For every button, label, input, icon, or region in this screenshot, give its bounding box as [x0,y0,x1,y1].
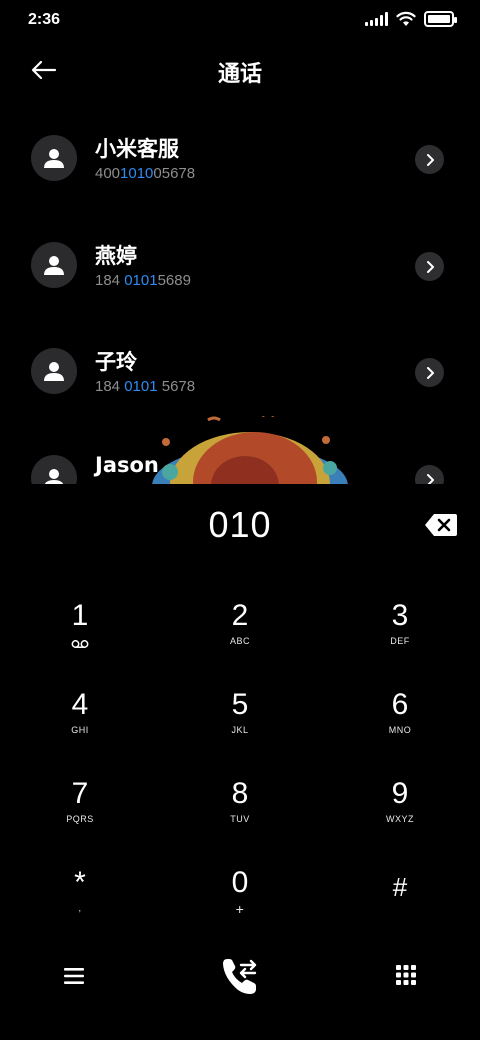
contact-detail-button[interactable] [415,252,444,281]
key-digit: 7 [71,777,89,810]
contact-detail-button[interactable] [415,145,444,174]
dialpad-toggle-button[interactable] [386,956,426,996]
dial-entry: 010 [0,500,480,556]
key-7[interactable]: 7 PQRS [20,776,140,856]
contact-name: 子玲 [95,350,137,374]
chevron-right-icon [426,260,434,273]
chevron-right-icon [426,153,434,166]
contact-name: 燕婷 [95,244,137,268]
key-1[interactable]: 1 [20,598,140,678]
key-digit: 4 [71,688,89,721]
number-prefix: 184 [95,272,125,289]
dialed-number[interactable]: 010 [0,504,480,546]
signal-icon [365,12,388,26]
key-letters: , [78,903,82,913]
key-digit: 3 [391,599,409,632]
number-match: 1010 [120,165,154,182]
key-4[interactable]: 4 GHI [20,687,140,767]
status-time: 2:36 [28,11,61,28]
key-digit: 5 [231,688,249,721]
chevron-right-icon [426,473,434,484]
header: 通话 [0,42,480,98]
key-letters: MNO [388,725,412,735]
key-digit: 6 [391,688,409,721]
key-6[interactable]: 6 MNO [340,687,460,767]
key-digit: # [392,872,408,902]
key-8[interactable]: 8 TUV [180,776,300,856]
number-suffix: 5689 [157,272,191,289]
status-icons [365,11,457,27]
avatar [31,455,77,484]
key-star[interactable]: * , [20,865,140,945]
avatar [31,135,77,181]
contact-number: 184 01015689 [95,272,191,289]
chevron-right-icon [426,366,434,379]
contact-suggestion-list: 小米客服 400101005678 燕婷 184 01015689 子玲 184… [0,104,480,484]
avatar [31,348,77,394]
key-letters: DEF [390,636,410,646]
person-icon [44,256,64,275]
key-letters: PQRS [66,814,94,824]
contact-item[interactable]: 子玲 184 0101 5678 [0,334,480,414]
number-match: 0101 [124,378,158,395]
avatar [31,242,77,288]
contact-number: 184 0101 5678 [95,378,195,395]
backspace-icon [425,514,457,536]
key-5[interactable]: 5 JKL [180,687,300,767]
key-digit: 1 [71,599,89,632]
key-digit: 2 [231,599,249,632]
backspace-button[interactable] [424,512,458,538]
number-prefix: 184 [95,378,125,395]
contact-item[interactable]: Jason [0,441,480,484]
call-button[interactable] [212,950,268,1002]
bottom-action-bar [0,950,480,1010]
call-switch-icon [223,959,257,994]
contact-item[interactable]: 燕婷 184 01015689 [0,228,480,308]
key-2[interactable]: 2 ABC [180,598,300,678]
contact-number: 400101005678 [95,165,195,182]
menu-icon [64,968,84,984]
person-icon [44,149,64,168]
page-title: 通话 [217,62,262,87]
contact-detail-button[interactable] [415,358,444,387]
status-bar: 2:36 [0,0,480,42]
key-0[interactable]: 0 + [180,865,300,945]
key-letters: JKL [231,725,249,735]
menu-button[interactable] [54,956,94,996]
key-letters: WXYZ [386,814,414,824]
key-3[interactable]: 3 DEF [340,598,460,678]
key-digit: 0 [231,866,249,899]
number-suffix: 5678 [157,378,196,395]
key-letters: TUV [230,814,250,824]
battery-level [428,15,450,23]
key-digit: 9 [391,777,409,810]
number-prefix: 400 [95,165,121,182]
key-digit: * [74,866,86,899]
voicemail-icon [71,640,89,648]
dialpad-icon [396,965,416,985]
contact-name: 小米客服 [95,137,179,161]
key-letters: + [235,901,245,917]
contact-name: Jason [95,453,159,477]
person-icon [44,469,64,484]
key-9[interactable]: 9 WXYZ [340,776,460,856]
number-suffix: 05678 [153,165,196,182]
key-hash[interactable]: # [340,865,460,945]
wifi-icon [396,11,416,26]
key-digit: 8 [231,777,249,810]
number-match: 0101 [124,272,158,289]
key-letters: ABC [229,636,250,646]
battery-icon [424,11,457,27]
contact-detail-button[interactable] [415,465,444,484]
person-icon [44,362,64,381]
key-letters: GHI [71,725,89,735]
contact-item[interactable]: 小米客服 400101005678 [0,121,480,201]
